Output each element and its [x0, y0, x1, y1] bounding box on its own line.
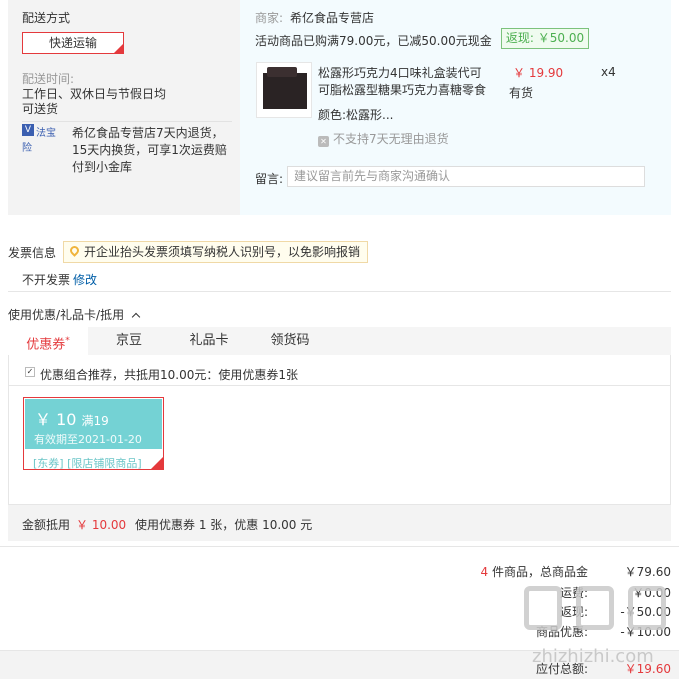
stock-status: 有货 [509, 86, 534, 100]
memo-label: 留言: [255, 172, 284, 186]
shipping-time-value-2: 可送货 [22, 102, 59, 116]
insurance-text-2: 15天内换货，可享1次运费赔 [72, 143, 227, 157]
summary-detail: 使用优惠券 1 张，优惠 10.00 元 [135, 518, 313, 532]
goods-amount: ￥79.60 [624, 565, 671, 579]
product-price: ￥ 19.90 [513, 66, 564, 80]
chevron-up-icon [131, 312, 141, 322]
divider [9, 385, 670, 386]
coupon-tabs: 优惠券* 京豆 礼品卡 领货码 [8, 327, 671, 355]
payable-label: 应付总额: [535, 662, 588, 676]
coupon-card[interactable]: ￥ 10 满19 有效期至2021-01-20 [东券] [限店铺限商品] [23, 397, 164, 470]
rebate-amount: -￥50.00 [620, 605, 671, 619]
divider [22, 121, 232, 122]
divider [0, 546, 679, 547]
tab-redeem-code[interactable]: 领货码 [252, 327, 328, 355]
combo-checkbox[interactable]: ✓ [25, 367, 35, 377]
chocolate-box-icon [263, 73, 307, 109]
summary-label: 金额抵用 [22, 518, 71, 532]
merchant-name[interactable]: 希亿食品专营店 [290, 9, 374, 26]
insurance-badge[interactable]: V 法宝险 [22, 124, 62, 154]
coupon-tags: [东券] [限店铺限商品] [33, 457, 142, 470]
shipping-method-label: 配送方式 [22, 11, 71, 25]
promo-text: 活动商品已购满79.00元，已减50.00元现金 [255, 34, 492, 48]
invoice-edit-link[interactable]: 修改 [73, 271, 97, 288]
product-title-2[interactable]: 可脂松露型糖果巧克力喜糖零食 [318, 81, 493, 98]
coupon-section-title[interactable]: 使用优惠/礼品卡/抵用 [8, 306, 141, 323]
tab-coupons[interactable]: 优惠券* [8, 327, 88, 355]
invoice-label: 发票信息 [8, 246, 57, 260]
merchant-label: 商家: [255, 11, 284, 25]
product-color: 颜色:松露形... [318, 108, 394, 122]
insurance-shield-icon: V [22, 124, 34, 136]
combo-text: 优惠组合推荐，共抵用10.00元：使用优惠券1张 [40, 368, 298, 382]
coupon-valid-date: 有效期至2021-01-20 [34, 433, 142, 446]
product-image[interactable] [256, 62, 312, 118]
product-quantity: x4 [601, 65, 616, 79]
insurance-text-3: 付到小金库 [72, 160, 133, 174]
item-count-row: 4 件商品，总商品金 [480, 565, 588, 579]
product-title-1[interactable]: 松露形巧克力4口味礼盒装代可 [318, 64, 493, 81]
payable-amount: ￥19.60 [624, 662, 671, 676]
no-return-icon: ✕ [318, 136, 329, 147]
selected-check-icon [114, 44, 123, 53]
tab-gift-card[interactable]: 礼品卡 [174, 327, 244, 355]
tab-jingdou[interactable]: 京豆 [92, 327, 166, 355]
memo-input[interactable]: 建议留言前先与商家沟通确认 [287, 166, 645, 187]
location-pin-icon [68, 244, 81, 257]
divider [8, 291, 671, 292]
discount-amount: -￥10.00 [620, 625, 671, 639]
summary-amount: ￥ 10.00 [76, 518, 127, 532]
shipping-method-option: 快递运输 [48, 36, 97, 50]
shipping-fee-amount: ￥0.00 [632, 586, 671, 600]
shipping-fee-label: 运费: [559, 586, 588, 600]
invoice-status: 不开发票 [22, 273, 71, 287]
coupon-threshold: 满19 [81, 414, 109, 428]
invoice-tip: 开企业抬头发票须填写纳税人识别号，以免影响报销 [63, 241, 368, 263]
discount-label: 商品优惠: [535, 625, 588, 639]
shipping-method-express-button[interactable]: 快递运输 [22, 32, 124, 54]
rebate-label: 返现: [559, 605, 588, 619]
no-return-notice: ✕ 不支持7天无理由退货 [318, 130, 449, 147]
coupon-amount: ￥ 10 [35, 410, 77, 429]
insurance-text-1: 希亿食品专营店7天内退货， [72, 126, 224, 140]
rebate-tag: 返现: ￥50.00 [501, 28, 589, 49]
selected-check-icon [151, 457, 163, 469]
